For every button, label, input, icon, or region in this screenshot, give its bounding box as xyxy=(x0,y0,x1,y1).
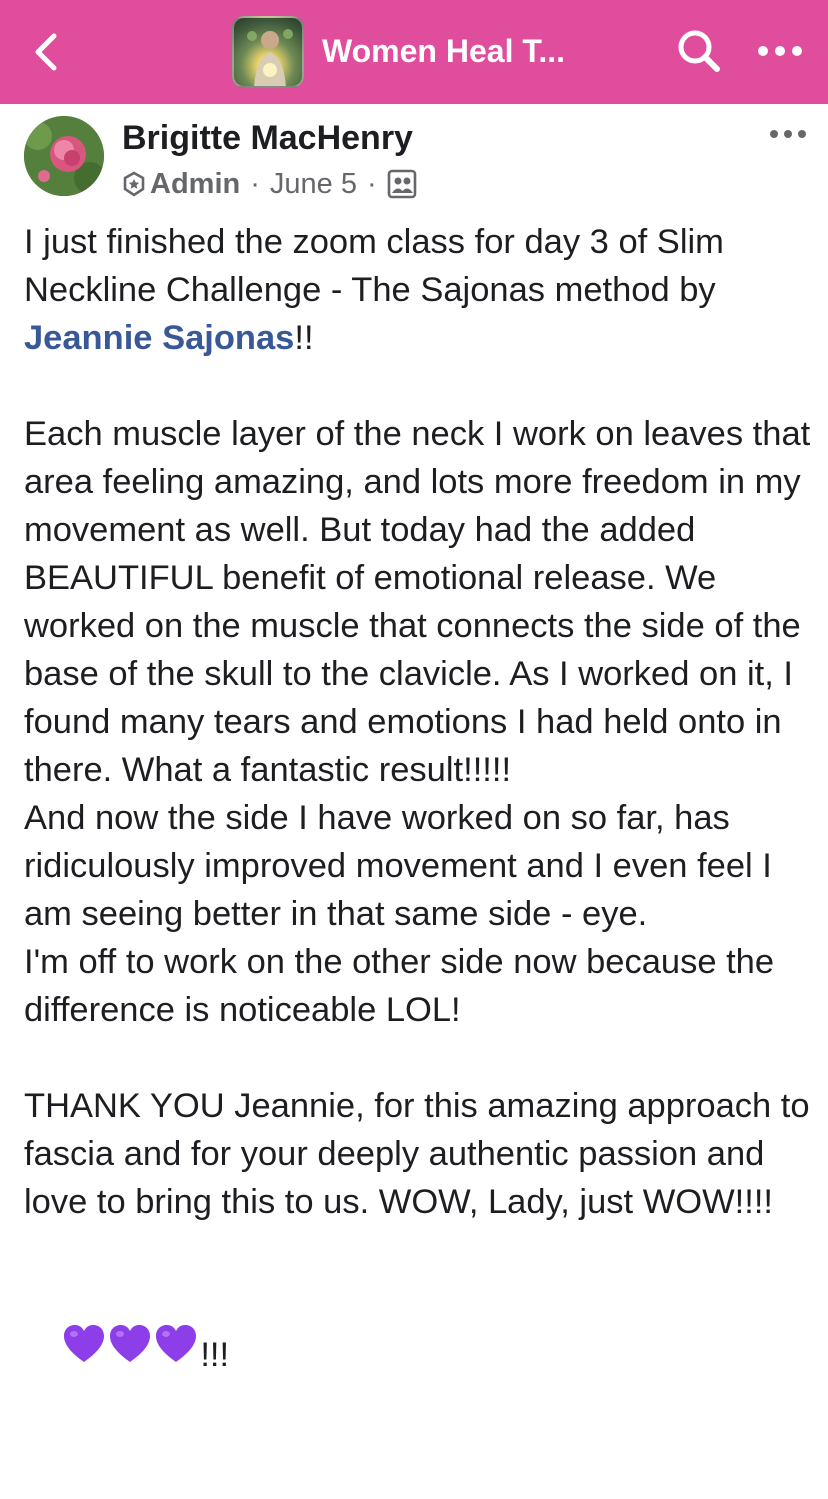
post-paragraph: THANK YOU Jeannie, for this amazing appr… xyxy=(24,1087,820,1221)
author-avatar-image xyxy=(24,116,104,196)
post-paragraph: I just finished the zoom class for day 3… xyxy=(24,218,814,362)
more-horizontal-icon xyxy=(770,130,806,138)
admin-badge-icon xyxy=(123,171,145,197)
purple-heart-icon xyxy=(156,1325,197,1362)
post-meta: Admin · June 5 · xyxy=(122,166,417,202)
more-options-button[interactable] xyxy=(756,36,804,66)
meta-separator: · xyxy=(366,168,377,200)
role-label: Admin xyxy=(150,168,241,200)
chevron-left-icon xyxy=(35,33,57,71)
meta-separator: · xyxy=(250,168,260,200)
search-button[interactable] xyxy=(674,26,724,76)
post-closing: !!! xyxy=(24,1274,814,1427)
post-paragraph xyxy=(24,1034,814,1082)
author-avatar[interactable] xyxy=(24,116,104,196)
post-more-button[interactable] xyxy=(768,122,808,146)
search-icon xyxy=(678,30,720,72)
post-paragraph xyxy=(24,1226,814,1274)
members-icon xyxy=(387,169,416,199)
post-body: I just finished the zoom class for day 3… xyxy=(24,218,814,1427)
purple-heart-icon xyxy=(64,1325,105,1362)
post-paragraph: Each muscle layer of the neck I work on … xyxy=(24,415,811,1029)
closing-text: !!! xyxy=(200,1336,230,1374)
post-date[interactable]: June 5 xyxy=(270,166,357,202)
post-paragraph xyxy=(24,362,814,410)
post-text: I just finished the zoom class for day 3… xyxy=(24,223,734,309)
post-text: !! xyxy=(294,319,314,357)
group-avatar-image xyxy=(247,29,293,86)
group-title[interactable]: Women Heal T... xyxy=(322,28,612,74)
mention-link[interactable]: Jeannie Sajonas xyxy=(24,319,294,357)
author-name[interactable]: Brigitte MacHenry xyxy=(122,118,413,158)
more-horizontal-icon xyxy=(758,46,802,56)
back-button[interactable] xyxy=(28,28,68,76)
group-header-bar: Women Heal T... xyxy=(0,0,828,104)
post-header: Brigitte MacHenry Admin · June 5 · xyxy=(0,104,828,214)
heart-emoji-group xyxy=(62,1322,200,1366)
purple-heart-icon xyxy=(110,1325,151,1362)
group-avatar[interactable] xyxy=(232,16,304,88)
